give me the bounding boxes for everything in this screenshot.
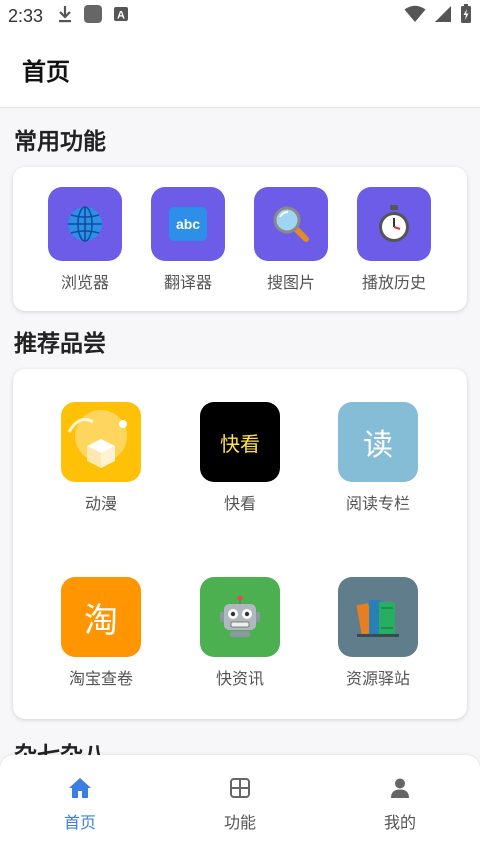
rec-item-reading[interactable]: 读 阅读专栏 — [308, 402, 448, 514]
rec-label: 淘宝查卷 — [68, 669, 133, 688]
rec-item-anime[interactable]: 动漫 — [31, 402, 171, 514]
globe-icon — [48, 187, 122, 261]
anime-box-icon — [61, 402, 141, 482]
func-item-image-search[interactable]: 搜图片 — [241, 187, 341, 293]
wifi-icon — [404, 5, 426, 27]
bottom-nav: 首页 功能 我的 — [0, 755, 480, 853]
rec-label: 快资讯 — [215, 669, 264, 688]
func-label: 播放历史 — [361, 273, 426, 292]
rec-label: 动漫 — [84, 494, 117, 513]
func-item-translator[interactable]: abc 翻译器 — [138, 187, 238, 293]
rec-item-resources[interactable]: 资源驿站 — [308, 577, 448, 689]
func-label: 翻译器 — [163, 273, 212, 292]
rec-item-taobao[interactable]: 淘 淘宝查卷 — [31, 577, 171, 689]
func-label: 浏览器 — [60, 273, 109, 292]
func-item-play-history[interactable]: 播放历史 — [344, 187, 444, 293]
app-square-icon — [83, 4, 103, 28]
magnifier-icon — [254, 187, 328, 261]
status-bar: 2:33 A — [0, 0, 480, 32]
battery-charging-icon — [460, 4, 472, 28]
nav-label: 首页 — [63, 813, 96, 832]
robot-icon — [200, 577, 280, 657]
section-title-misc: 杂七杂八 — [14, 736, 106, 755]
books-icon — [338, 577, 418, 657]
section-title-common: 常用功能 — [14, 129, 106, 155]
stopwatch-icon — [357, 187, 431, 261]
a-badge-icon: A — [113, 6, 129, 26]
status-time: 2:33 — [8, 5, 44, 26]
nav-label: 我的 — [383, 813, 416, 832]
section-title-recommended: 推荐品尝 — [14, 331, 106, 357]
func-label: 搜图片 — [266, 273, 315, 292]
nav-item-profile[interactable]: 我的 — [350, 777, 450, 833]
app-bar: 首页 — [0, 32, 480, 108]
taobao-icon: 淘 — [61, 577, 141, 657]
grid-icon — [229, 778, 251, 803]
rec-label: 快看 — [223, 494, 256, 513]
rec-item-news[interactable]: 快资讯 — [170, 577, 310, 689]
signal-icon — [434, 5, 452, 27]
home-icon — [68, 778, 92, 803]
svg-text:A: A — [117, 10, 125, 22]
abc-icon: abc — [151, 187, 225, 261]
recommended-card: 动漫 快看 快看 读 阅读专栏 淘 淘宝查卷 快资讯 资源驿站 — [13, 369, 467, 719]
main-content[interactable]: 常用功能 浏览器 abc 翻译器 搜图片 播放历史 推荐品尝 动漫 快看 快看 … — [0, 108, 480, 755]
nav-item-functions[interactable]: 功能 — [190, 777, 290, 833]
rec-item-kuaikan[interactable]: 快看 快看 — [170, 402, 310, 514]
download-icon — [57, 5, 73, 27]
func-item-browser[interactable]: 浏览器 — [35, 187, 135, 293]
rec-label: 阅读专栏 — [345, 494, 410, 513]
read-icon: 读 — [338, 402, 418, 482]
page-title: 首页 — [22, 58, 70, 86]
kuaikan-icon: 快看 — [200, 402, 280, 482]
common-functions-card: 浏览器 abc 翻译器 搜图片 播放历史 — [13, 167, 467, 311]
person-icon — [389, 778, 411, 803]
nav-item-home[interactable]: 首页 — [30, 777, 130, 833]
rec-label: 资源驿站 — [345, 669, 410, 688]
nav-label: 功能 — [223, 813, 256, 832]
